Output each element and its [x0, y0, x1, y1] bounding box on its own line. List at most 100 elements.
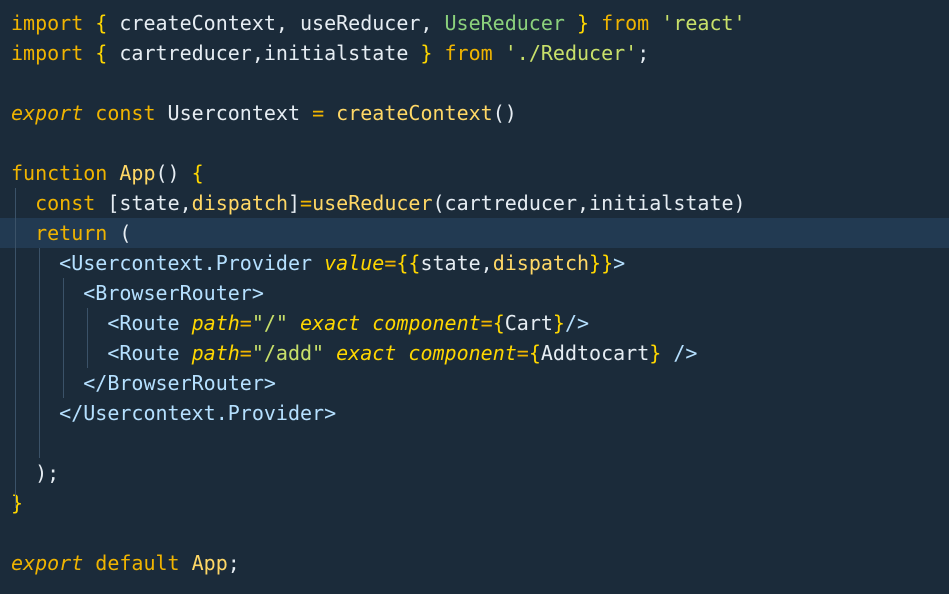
- code-token: Addtocart: [540, 341, 650, 365]
- code-token: "/add": [251, 341, 325, 365]
- code-token: }: [11, 491, 24, 515]
- code-token: );: [35, 461, 60, 485]
- code-line[interactable]: </Usercontext.Provider>: [0, 398, 949, 428]
- code-token: dispatch: [492, 251, 590, 275]
- code-token: dispatch: [191, 191, 288, 215]
- code-token: createContext: [336, 101, 493, 125]
- code-token: component: [408, 341, 517, 365]
- code-token: (: [119, 221, 132, 245]
- code-token: App: [191, 551, 228, 575]
- code-line-content: }: [11, 488, 23, 518]
- code-token: {: [191, 161, 204, 185]
- code-token: (: [432, 191, 445, 215]
- code-token: default: [95, 551, 180, 575]
- code-token: (): [492, 101, 517, 125]
- code-token: component: [372, 311, 481, 335]
- code-token: >: [613, 251, 626, 275]
- indent-guide: [63, 278, 64, 398]
- code-token: />: [673, 341, 698, 365]
- code-line[interactable]: function App() {: [0, 158, 949, 188]
- code-token: =: [480, 311, 493, 335]
- code-line[interactable]: const [state,dispatch]=useReducer(cartre…: [0, 188, 949, 218]
- code-line-content: export default App;: [11, 548, 240, 578]
- code-line[interactable]: </BrowserRouter>: [0, 368, 949, 398]
- code-token: Usercontext: [155, 101, 313, 125]
- code-line-content: <Route path="/add" exact component={Addt…: [11, 338, 697, 368]
- code-line[interactable]: <BrowserRouter>: [0, 278, 949, 308]
- code-token: }}: [589, 251, 614, 275]
- code-line[interactable]: [0, 428, 949, 458]
- code-token: ]: [287, 191, 301, 215]
- code-line[interactable]: export default App;: [0, 548, 949, 578]
- code-line-content: <BrowserRouter>: [11, 278, 264, 308]
- code-line[interactable]: <Usercontext.Provider value={{state,disp…: [0, 248, 949, 278]
- code-line[interactable]: [0, 68, 949, 98]
- code-line[interactable]: <Route path="/" exact component={Cart}/>: [0, 308, 949, 338]
- code-line[interactable]: <Route path="/add" exact component={Addt…: [0, 338, 949, 368]
- code-token: return: [35, 221, 108, 245]
- code-line[interactable]: import { createContext, useReducer, UseR…: [0, 8, 949, 38]
- code-token: state,: [119, 191, 192, 215]
- code-token: =: [239, 311, 252, 335]
- code-token: }: [649, 341, 662, 365]
- code-token: =: [516, 341, 529, 365]
- code-token: {{: [396, 251, 421, 275]
- code-token: =: [300, 191, 313, 215]
- code-line-content: export const Usercontext = createContext…: [11, 98, 517, 128]
- code-token: <Route: [107, 341, 180, 365]
- code-line-content: return (: [11, 218, 131, 248]
- code-token: ): [733, 191, 746, 215]
- code-token: </BrowserRouter>: [83, 371, 276, 395]
- code-line[interactable]: );: [0, 458, 949, 488]
- code-token: value: [324, 251, 385, 275]
- code-token: {: [95, 41, 108, 65]
- code-token: ;: [637, 41, 650, 65]
- code-token: './Reducer': [504, 41, 638, 65]
- code-token: UseReducer: [444, 11, 565, 35]
- code-token: state,: [420, 251, 493, 275]
- code-line-content: const [state,dispatch]=useReducer(cartre…: [11, 188, 746, 218]
- code-token: path: [191, 311, 240, 335]
- code-token: cartreducer,initialstate: [107, 41, 421, 65]
- code-token: =: [312, 101, 325, 125]
- code-line[interactable]: [0, 128, 949, 158]
- code-line[interactable]: export const Usercontext = createContext…: [0, 98, 949, 128]
- code-editor[interactable]: export default App;} ); </Usercontext.Pr…: [0, 0, 949, 594]
- code-line[interactable]: import { cartreducer,initialstate } from…: [0, 38, 949, 68]
- code-line[interactable]: [0, 518, 949, 548]
- code-token: import: [11, 41, 84, 65]
- code-token: path: [191, 341, 240, 365]
- code-token: </Usercontext.Provider>: [59, 401, 337, 425]
- code-line[interactable]: }: [0, 488, 949, 518]
- code-token: <Route: [107, 311, 180, 335]
- code-token: from: [444, 41, 493, 65]
- code-line-content: function App() {: [11, 158, 204, 188]
- code-token: useReducer: [312, 191, 433, 215]
- code-token: {: [95, 11, 108, 35]
- indent-guide: [39, 248, 40, 458]
- code-token: Cart: [504, 311, 553, 335]
- code-line[interactable]: return (: [0, 218, 949, 248]
- code-token: "/": [251, 311, 288, 335]
- indent-guide: [87, 308, 88, 368]
- code-token: {: [528, 341, 541, 365]
- code-token: =: [384, 251, 397, 275]
